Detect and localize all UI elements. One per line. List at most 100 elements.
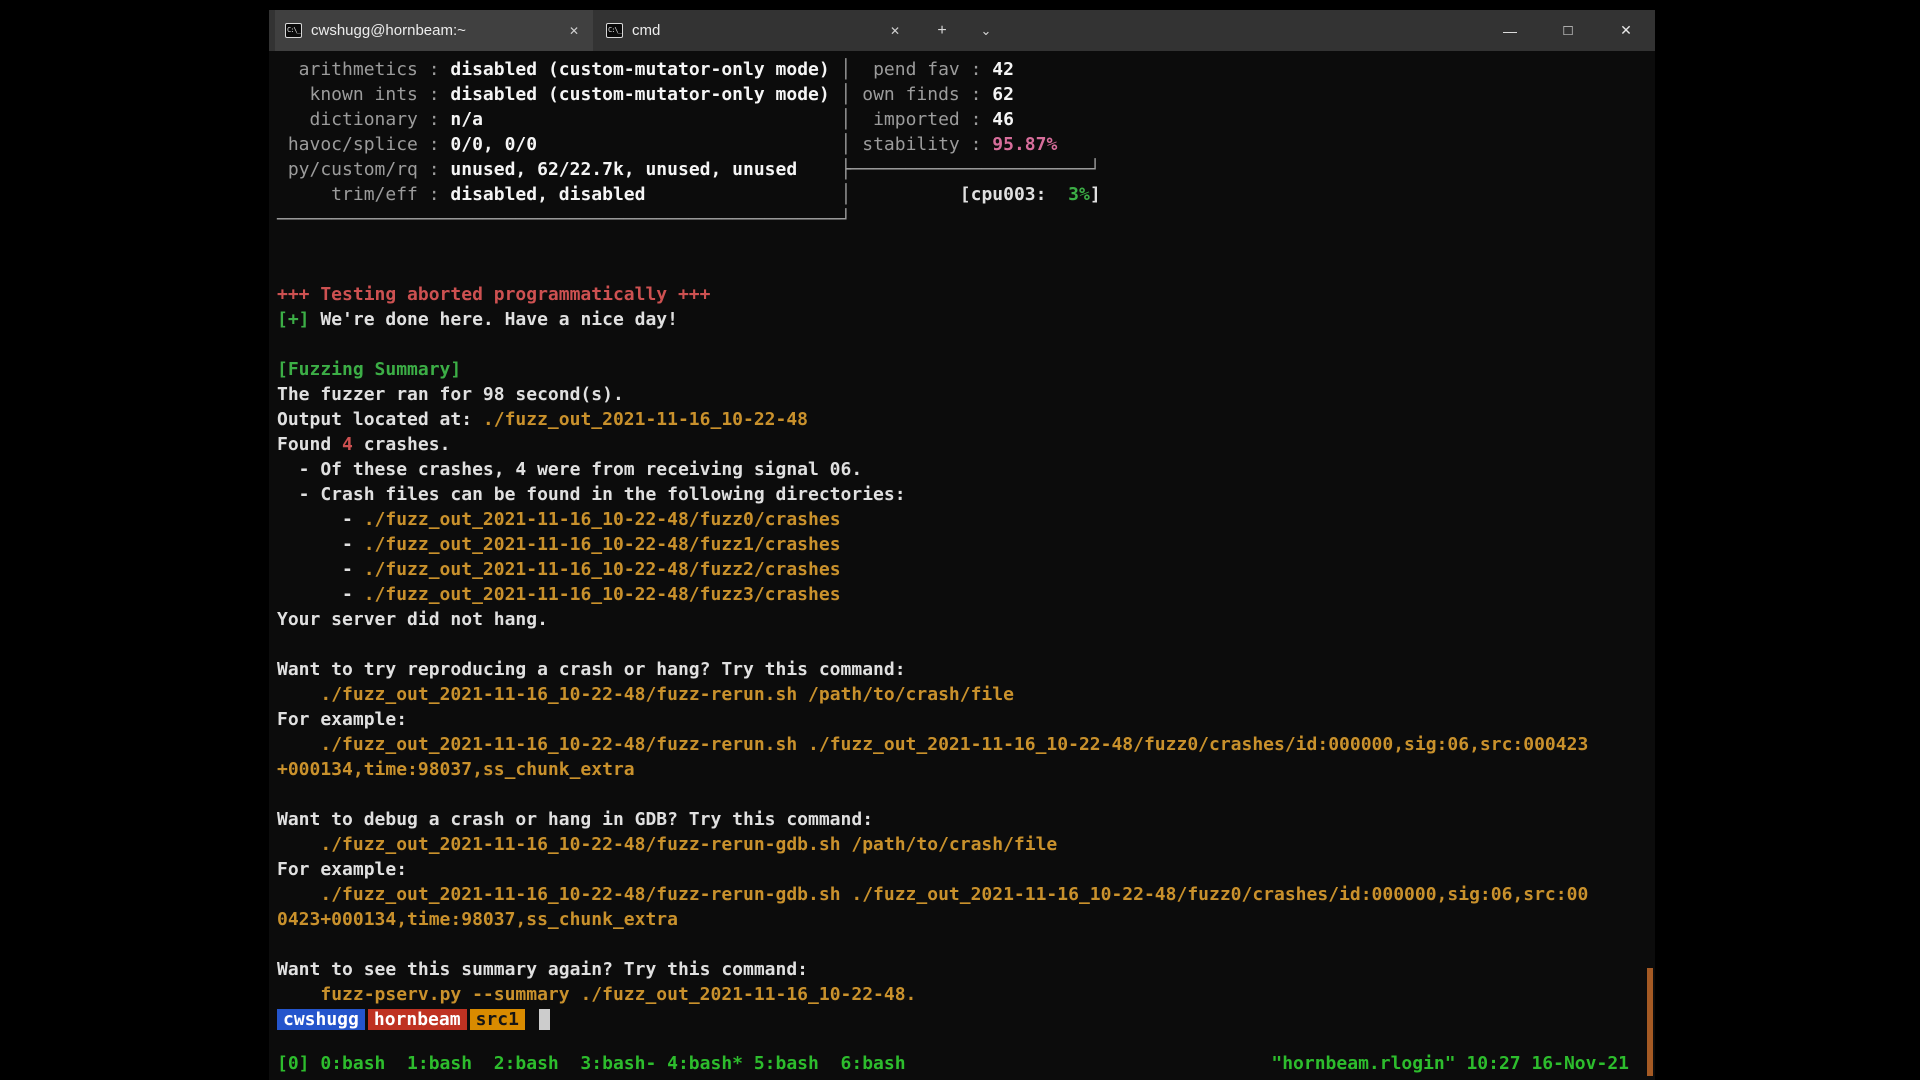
terminal-text: For example: [277,709,407,730]
terminal-line: - Crash files can be found in the follow… [277,482,1647,507]
cmd-icon-text: C:\_ [286,24,300,34]
terminal-text: 4 [342,434,353,455]
terminal-text [277,834,320,855]
scrollbar-thumb[interactable] [1647,968,1653,1076]
terminal-text: [Fuzzing Summary] [277,359,461,380]
terminal-line: [+] We're done here. Have a nice day! [277,307,1647,332]
terminal-text: │ [841,109,852,130]
terminal-line: havoc/splice : 0/0, 0/0 │ stability : 95… [277,132,1647,157]
terminal-text: ./fuzz_out_2021-11-16_10-22-48/fuzz-reru… [320,734,1588,755]
terminal-line: arithmetics : disabled (custom-mutator-o… [277,57,1647,82]
terminal-text: : [418,184,451,205]
terminal-text: py/custom/rq [277,159,418,180]
terminal-text [645,184,840,205]
terminal-line: 0423+000134,time:98037,ss_chunk_extra [277,907,1647,932]
terminal-window: C:\_ cwshugg@hornbeam:~ ✕ C:\_ cmd ✕ + ⌄… [269,10,1655,1080]
terminal-text: Output located at: [277,409,483,430]
tab-dropdown-button[interactable]: ⌄ [967,10,1005,51]
terminal-text: - [277,584,364,605]
terminal-text: cwshugg [277,1009,365,1030]
terminal-line: known ints : disabled (custom-mutator-on… [277,82,1647,107]
tmux-window-list: [0] 0:bash 1:bash 2:bash 3:bash- 4:bash*… [277,1051,906,1076]
titlebar: C:\_ cwshugg@hornbeam:~ ✕ C:\_ cmd ✕ + ⌄… [269,10,1655,51]
terminal-text: : [418,59,451,80]
terminal-text: trim/eff [277,184,418,205]
terminal-line: - Of these crashes, 4 were from receivin… [277,457,1647,482]
tab-cmd[interactable]: C:\_ cmd ✕ [596,10,914,51]
tab-label: cwshugg@hornbeam:~ [311,22,556,39]
terminal-line: +000134,time:98037,ss_chunk_extra [277,757,1647,782]
tmux-status-bar: [0] 0:bash 1:bash 2:bash 3:bash- 4:bash*… [277,1051,1629,1076]
terminal-line: - ./fuzz_out_2021-11-16_10-22-48/fuzz0/c… [277,507,1647,532]
terminal-text: disabled (custom-mutator-only mode) [450,59,829,80]
terminal-text: 0/0, 0/0 [450,134,537,155]
terminal-text: src1 [470,1009,525,1030]
terminal-line: For example: [277,857,1647,882]
close-button[interactable]: ✕ [1597,10,1655,51]
terminal-text: │ [841,84,852,105]
terminal-line: - ./fuzz_out_2021-11-16_10-22-48/fuzz2/c… [277,557,1647,582]
cmd-icon-text: C:\_ [607,24,621,34]
maximize-button[interactable]: □ [1539,10,1597,51]
minimize-button[interactable]: — [1481,10,1539,51]
terminal-text: ] [1090,184,1101,205]
terminal-text: hornbeam [368,1009,467,1030]
terminal-text: 42 [992,59,1014,80]
terminal-text: disabled (custom-mutator-only mode) [450,84,829,105]
terminal[interactable]: arithmetics : disabled (custom-mutator-o… [269,51,1655,1080]
terminal-line: Output located at: ./fuzz_out_2021-11-16… [277,407,1647,432]
terminal-line: ./fuzz_out_2021-11-16_10-22-48/fuzz-reru… [277,882,1647,907]
tab-close-icon[interactable]: ✕ [886,22,904,40]
tab-close-icon[interactable]: ✕ [565,22,583,40]
tab-strip: C:\_ cwshugg@hornbeam:~ ✕ C:\_ cmd ✕ + ⌄ [269,10,1005,51]
terminal-text: : [418,159,451,180]
terminal-line: Want to try reproducing a crash or hang?… [277,657,1647,682]
terminal-text: : [960,59,993,80]
titlebar-drag-area[interactable] [1005,10,1481,51]
terminal-text: imported [851,109,959,130]
terminal-line: ./fuzz_out_2021-11-16_10-22-48/fuzz-reru… [277,832,1647,857]
terminal-text: 62 [992,84,1014,105]
terminal-text: known ints [277,84,418,105]
terminal-line: trim/eff : disabled, disabled │ [cpu003:… [277,182,1647,207]
terminal-text [483,109,841,130]
terminal-line: Want to debug a crash or hang in GDB? Tr… [277,807,1647,832]
terminal-text [539,1009,550,1030]
terminal-line [277,782,1647,807]
terminal-text: ────────────────────────────────────────… [277,209,851,230]
terminal-text: pend fav [851,59,959,80]
terminal-line: cwshugghornbeamsrc1 [277,1007,1647,1032]
terminal-text [797,159,840,180]
terminal-text: Found [277,434,342,455]
terminal-text: +000134,time:98037,ss_chunk_extra [277,759,635,780]
terminal-text: crashes. [353,434,451,455]
terminal-line: fuzz-pserv.py --summary ./fuzz_out_2021-… [277,982,1647,1007]
terminal-text: stability [851,134,959,155]
cmd-icon: C:\_ [606,23,623,38]
new-tab-button[interactable]: + [923,10,961,51]
terminal-text [830,84,841,105]
terminal-text: ./fuzz_out_2021-11-16_10-22-48/fuzz1/cra… [364,534,841,555]
terminal-text: - [277,509,364,530]
terminal-line: ./fuzz_out_2021-11-16_10-22-48/fuzz-reru… [277,682,1647,707]
terminal-text: - [277,559,364,580]
window-controls: — □ ✕ [1481,10,1655,51]
terminal-line: [Fuzzing Summary] [277,357,1647,382]
terminal-text: own finds [851,84,959,105]
terminal-text: : [418,84,451,105]
terminal-text: - [277,534,364,555]
terminal-text: ./fuzz_out_2021-11-16_10-22-48/fuzz0/cra… [364,509,841,530]
terminal-line: - ./fuzz_out_2021-11-16_10-22-48/fuzz1/c… [277,532,1647,557]
terminal-text [830,59,841,80]
terminal-text: n/a [450,109,483,130]
terminal-text [851,184,959,205]
terminal-text: ./fuzz_out_2021-11-16_10-22-48/fuzz-reru… [320,834,1057,855]
terminal-text: 95.87% [992,134,1057,155]
terminal-lines: arithmetics : disabled (custom-mutator-o… [277,57,1647,1032]
terminal-text: : [418,134,451,155]
terminal-text: ├──────────────────────┘ [841,159,1101,180]
terminal-text: ./fuzz_out_2021-11-16_10-22-48 [483,409,808,430]
terminal-text: unused, 62/22.7k, unused, unused [450,159,797,180]
terminal-line: dictionary : n/a │ imported : 46 [277,107,1647,132]
tab-cwshugg-hornbeam[interactable]: C:\_ cwshugg@hornbeam:~ ✕ [275,10,593,51]
